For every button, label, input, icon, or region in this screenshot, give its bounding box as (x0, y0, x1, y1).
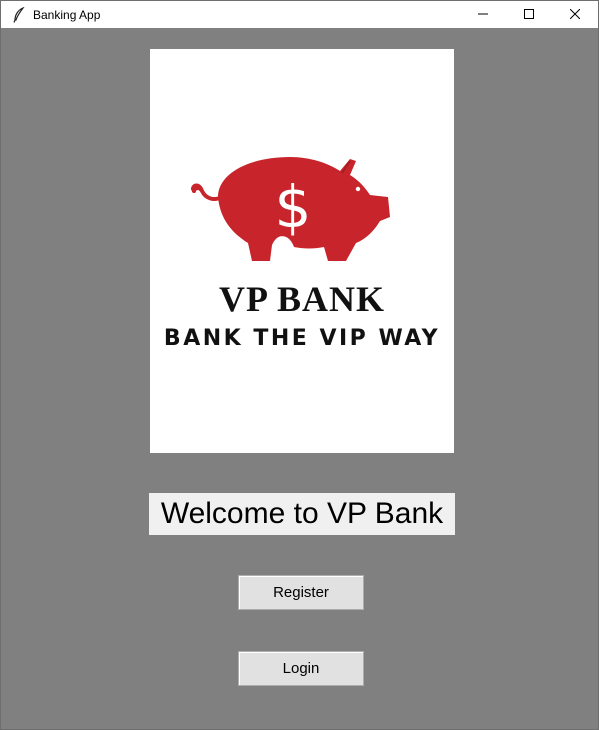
piggy-bank-icon: $ (191, 157, 390, 261)
title-bar[interactable]: Banking App (1, 1, 598, 28)
dollar-symbol: $ (275, 173, 312, 241)
minimize-icon (478, 6, 488, 24)
brand-name: VP BANK (218, 279, 385, 319)
close-icon (569, 6, 581, 24)
brand-tagline: BANK THE VIP WAY (163, 326, 441, 351)
welcome-label: Welcome to VP Bank (149, 493, 455, 535)
register-button[interactable]: Register (238, 575, 364, 610)
bank-logo-image: $ VP BANK BANK THE VIP WAY (150, 49, 454, 453)
maximize-icon (524, 6, 534, 24)
minimize-button[interactable] (460, 1, 506, 28)
window-title: Banking App (33, 7, 101, 22)
close-button[interactable] (552, 1, 598, 28)
feather-icon (10, 6, 28, 24)
maximize-button[interactable] (506, 1, 552, 28)
login-button[interactable]: Login (238, 651, 364, 686)
window-controls (460, 1, 598, 28)
app-window: Banking App $ VP BANK BANK THE VIP WAY W… (0, 0, 599, 730)
